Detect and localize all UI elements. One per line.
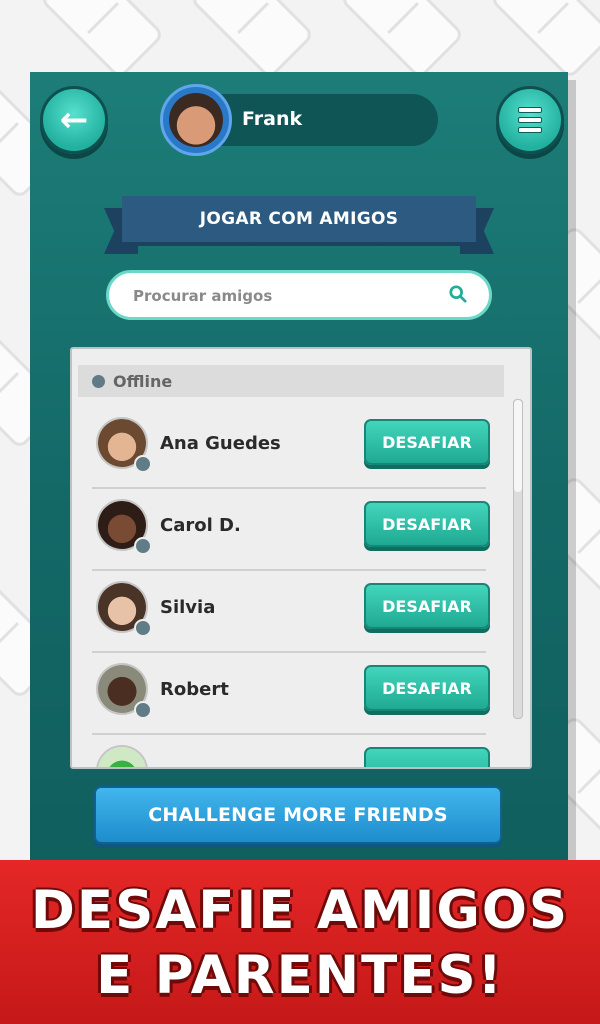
friends-list[interactable]: Offline Ana Guedes DESAFIAR Carol D. DES… (70, 347, 532, 769)
offline-status-dot (92, 374, 105, 388)
challenge-more-friends-button[interactable]: CHALLENGE MORE FRIENDS (94, 786, 502, 844)
scrollbar-thumb[interactable] (514, 400, 522, 492)
player-avatar[interactable] (160, 84, 232, 156)
page-title: JOGAR COM AMIGOS (122, 196, 476, 246)
player-avatar-image (169, 93, 223, 147)
title-ribbon: JOGAR COM AMIGOS (104, 196, 494, 254)
list-item: Silvia DESAFIAR (92, 569, 490, 653)
menu-button[interactable] (496, 86, 564, 154)
list-item: Robert DESAFIAR (92, 651, 490, 735)
domino-decoration (339, 0, 465, 80)
list-scrollbar[interactable] (513, 399, 523, 719)
back-button[interactable]: ← (40, 86, 108, 154)
challenge-button[interactable]: DESAFIAR (364, 501, 490, 547)
list-item: Carol D. DESAFIAR (92, 487, 490, 571)
player-name: Frank (242, 108, 303, 130)
search-input[interactable]: Procurar amigos (106, 270, 492, 320)
search-icon[interactable] (449, 285, 467, 303)
friend-name: Ana Guedes (160, 433, 281, 454)
offline-status-dot (134, 619, 152, 637)
challenge-button[interactable]: DESAFIAR (364, 419, 490, 465)
friend-name: Robert (160, 679, 229, 700)
hamburger-menu-icon (518, 103, 542, 137)
avatar (96, 745, 148, 767)
friend-name: Silvia (160, 597, 216, 618)
domino-decoration (189, 0, 315, 80)
offline-status-dot (134, 537, 152, 555)
section-label: Offline (113, 371, 173, 391)
arrow-left-icon: ← (59, 100, 89, 140)
list-item (92, 733, 490, 767)
challenge-button[interactable]: DESAFIAR (364, 583, 490, 629)
list-item: Ana Guedes DESAFIAR (92, 405, 490, 489)
banner-line-1: DESAFIE AMIGOS (30, 880, 570, 941)
challenge-button[interactable]: DESAFIAR (364, 665, 490, 711)
offline-status-dot (134, 701, 152, 719)
domino-decoration (489, 0, 600, 80)
search-placeholder: Procurar amigos (133, 287, 273, 305)
section-header-offline: Offline (78, 365, 504, 397)
domino-decoration (39, 0, 165, 80)
offline-status-dot (134, 455, 152, 473)
friend-name: Carol D. (160, 515, 241, 536)
challenge-button[interactable] (364, 747, 490, 767)
banner-line-2: E PARENTES! (96, 945, 504, 1006)
